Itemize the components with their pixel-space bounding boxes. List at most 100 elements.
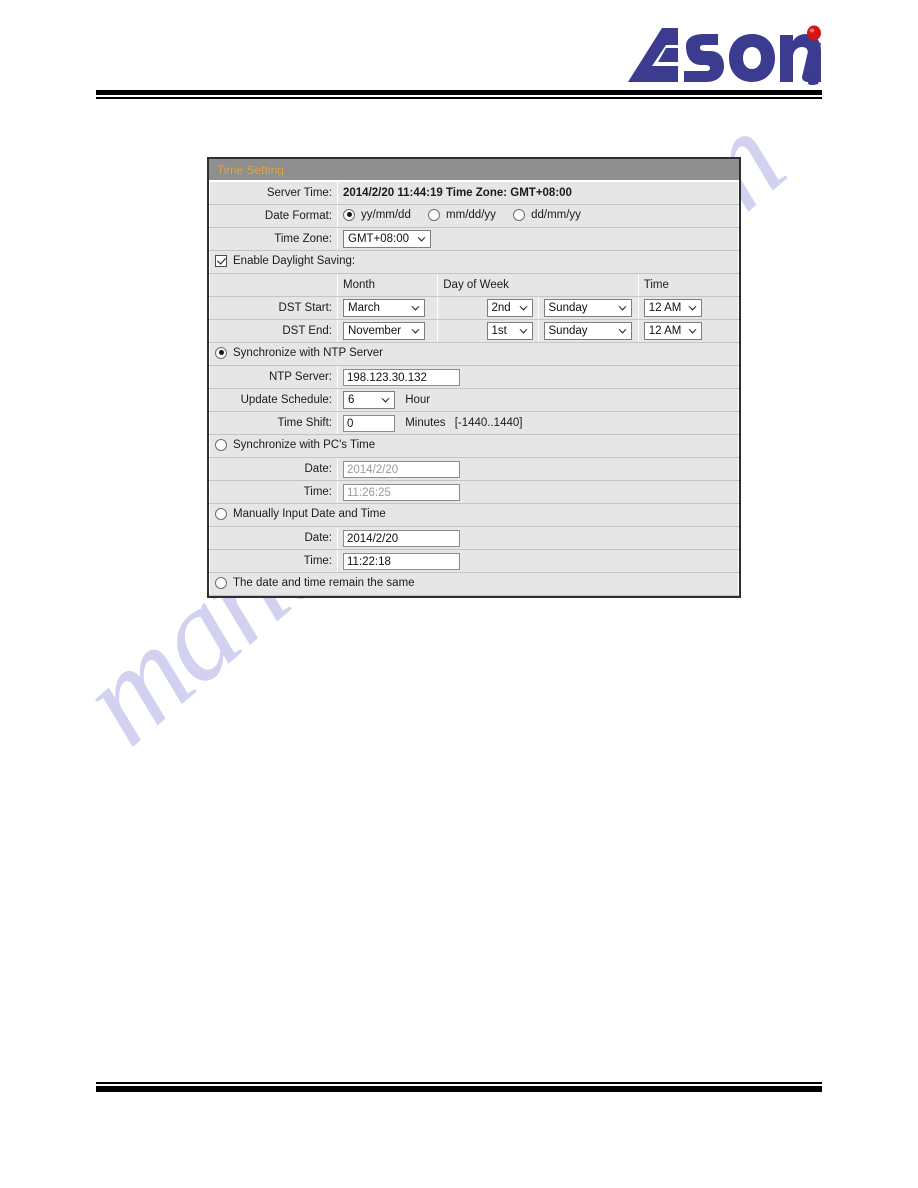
chevron-down-icon — [380, 395, 391, 406]
dst-start-weekday-select[interactable]: Sunday — [543, 299, 632, 317]
dst-end-label: DST End: — [209, 319, 338, 343]
row-update-schedule: Update Schedule: 6 Hour — [209, 388, 739, 412]
radio-icon-manual-input[interactable] — [215, 507, 227, 520]
radio-icon-sync-ntp[interactable] — [215, 346, 227, 359]
panel-title: Time Setting — [209, 159, 739, 181]
time-shift-input[interactable]: 0 — [343, 414, 395, 432]
keep-same-cell[interactable]: The date and time remain the same — [209, 572, 739, 596]
pc-date-input[interactable]: 2014/2/20 — [343, 460, 460, 478]
chevron-down-icon — [518, 303, 529, 314]
dst-end-ordinal-cell: 1st — [437, 319, 539, 343]
row-sync-ntp: Synchronize with NTP Server — [209, 342, 739, 366]
keep-same-label: The date and time remain the same — [233, 576, 415, 589]
radio-icon-ddmmyy[interactable] — [513, 208, 526, 221]
dst-start-month-select[interactable]: March — [343, 299, 425, 317]
pc-time-input[interactable]: 11:26:25 — [343, 483, 460, 501]
server-time-value: 2014/2/20 11:44:19 Time Zone: GMT+08:00 — [337, 181, 739, 205]
dst-start-time-select[interactable]: 12 AM — [643, 299, 702, 317]
row-dst-end: DST End: November 1st Sunday 12 AM — [209, 319, 740, 343]
time-shift-cell: 0 Minutes [-1440..1440] — [337, 411, 739, 435]
manual-input-label: Manually Input Date and Time — [233, 507, 386, 520]
dst-header-time: Time — [637, 273, 740, 297]
row-dst-start: DST Start: March 2nd Sunday 12 AM — [209, 296, 740, 320]
ntp-server-label: NTP Server: — [209, 365, 338, 389]
manual-date-label: Date: — [209, 526, 338, 550]
date-format-options: yy/mm/dd mm/dd/yy dd/mm/yy — [337, 204, 739, 228]
page-header — [0, 0, 918, 112]
date-format-option-ddmmyy[interactable]: dd/mm/yy — [513, 208, 581, 221]
radio-icon-keep-same[interactable] — [215, 576, 227, 589]
manual-input-option[interactable]: Manually Input Date and Time — [215, 507, 386, 520]
time-shift-label: Time Shift: — [209, 411, 338, 435]
manual-input-cell[interactable]: Manually Input Date and Time — [209, 503, 739, 527]
dst-end-weekday-cell: Sunday — [537, 319, 639, 343]
row-ntp-server: NTP Server: 198.123.30.132 — [209, 365, 739, 389]
dst-end-time-cell: 12 AM — [637, 319, 740, 343]
time-zone-label: Time Zone: — [209, 227, 338, 251]
date-format-option-yymmdd-label: yy/mm/dd — [361, 208, 411, 221]
chevron-down-icon — [416, 234, 427, 245]
dst-start-month-value: March — [348, 302, 380, 314]
date-format-option-ddmmyy-label: dd/mm/yy — [531, 208, 581, 221]
dst-end-ordinal-value: 1st — [491, 325, 507, 337]
dst-end-weekday-value: Sunday — [548, 325, 588, 337]
time-zone-select-value: GMT+08:00 — [348, 233, 410, 245]
sync-ntp-cell[interactable]: Synchronize with NTP Server — [209, 342, 739, 366]
sync-pc-label: Synchronize with PC's Time — [233, 438, 376, 451]
manual-date-input[interactable]: 2014/2/20 — [343, 529, 460, 547]
ntp-server-cell: 198.123.30.132 — [337, 365, 739, 389]
row-keep-same: The date and time remain the same — [209, 572, 739, 596]
checkbox-icon-enable-dst[interactable] — [215, 254, 227, 267]
chevron-down-icon — [687, 326, 698, 337]
time-zone-cell: GMT+08:00 — [337, 227, 739, 251]
manual-time-label: Time: — [209, 549, 338, 573]
chevron-down-icon — [410, 326, 421, 337]
radio-icon-yymmdd[interactable] — [343, 208, 355, 221]
dst-start-ordinal-select[interactable]: 2nd — [486, 299, 533, 317]
chevron-down-icon — [410, 303, 421, 314]
sync-ntp-label: Synchronize with NTP Server — [233, 346, 383, 359]
dst-end-ordinal-select[interactable]: 1st — [486, 322, 533, 340]
dst-end-weekday-select[interactable]: Sunday — [543, 322, 632, 340]
enable-dst-cell[interactable]: Enable Daylight Saving: — [209, 250, 739, 274]
row-pc-time: Time: 11:26:25 — [209, 480, 739, 504]
ntp-server-input[interactable]: 198.123.30.132 — [343, 368, 460, 386]
dst-start-weekday-cell: Sunday — [537, 296, 639, 320]
header-rule — [96, 90, 822, 99]
radio-icon-mmddyy[interactable] — [428, 208, 441, 221]
enable-dst-option[interactable]: Enable Daylight Saving: — [215, 254, 355, 267]
manual-date-cell: 2014/2/20 — [337, 526, 739, 550]
time-zone-select[interactable]: GMT+08:00 — [343, 230, 431, 248]
dst-end-month-select[interactable]: November — [343, 322, 425, 340]
date-format-option-yymmdd[interactable]: yy/mm/dd — [343, 208, 411, 221]
dst-header-month: Month — [336, 273, 439, 297]
dst-start-month-cell: March — [336, 296, 439, 320]
keep-same-option[interactable]: The date and time remain the same — [215, 576, 415, 589]
update-schedule-label: Update Schedule: — [209, 388, 338, 412]
radio-icon-sync-pc[interactable] — [215, 438, 227, 451]
time-shift-range: [-1440..1440] — [454, 417, 523, 430]
dst-end-time-select[interactable]: 12 AM — [643, 322, 702, 340]
update-schedule-value: 6 — [348, 394, 355, 406]
chevron-down-icon — [617, 326, 628, 337]
row-date-format: Date Format: yy/mm/dd mm/dd/yy dd/mm/yy — [209, 204, 739, 228]
sync-pc-cell[interactable]: Synchronize with PC's Time — [209, 434, 739, 458]
manual-time-input[interactable]: 11:22:18 — [343, 552, 460, 570]
sync-pc-option[interactable]: Synchronize with PC's Time — [215, 438, 376, 451]
page-footer — [96, 1082, 822, 1092]
date-format-option-mmddyy[interactable]: mm/dd/yy — [428, 208, 496, 221]
sync-ntp-option[interactable]: Synchronize with NTP Server — [215, 346, 383, 359]
row-manual-date: Date: 2014/2/20 — [209, 526, 739, 550]
dst-start-time-cell: 12 AM — [637, 296, 740, 320]
update-schedule-select[interactable]: 6 — [343, 391, 395, 409]
row-time-zone: Time Zone: GMT+08:00 — [209, 227, 739, 251]
time-setting-form: Server Time: 2014/2/20 11:44:19 Time Zon… — [209, 181, 740, 596]
server-time-label: Server Time: — [209, 181, 338, 205]
dst-start-ordinal-value: 2nd — [491, 302, 511, 314]
row-manual-input: Manually Input Date and Time — [209, 503, 739, 527]
dst-header-day-of-week: Day of Week — [437, 273, 639, 297]
pc-time-cell: 11:26:25 — [337, 480, 739, 504]
asoni-logo — [622, 24, 822, 86]
pc-time-label: Time: — [209, 480, 338, 504]
dst-header-blank — [209, 273, 338, 297]
